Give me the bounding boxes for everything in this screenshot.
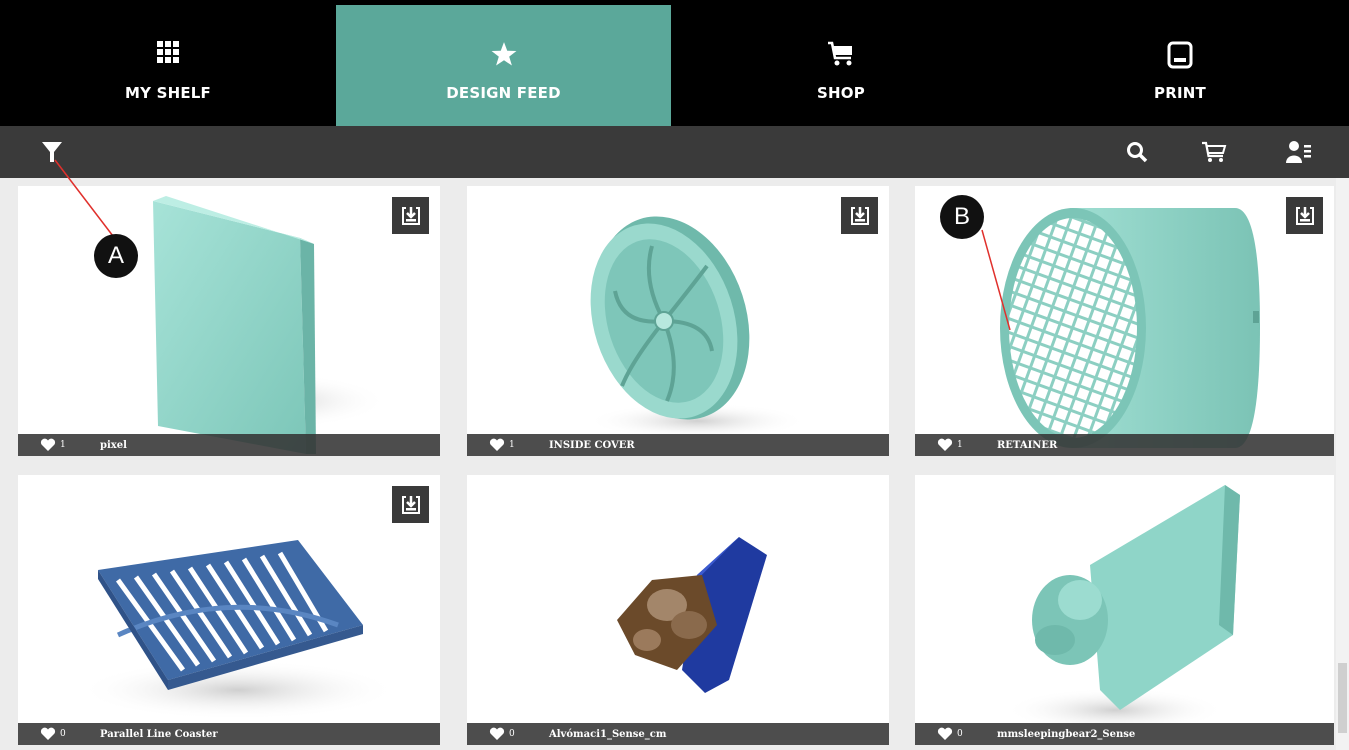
card-info-bar: 1 RETAINER — [915, 434, 1334, 456]
like-count: 1 — [60, 440, 66, 450]
download-icon — [401, 495, 420, 514]
card-info-bar: 0 mmsleepingbear2_Sense — [915, 723, 1334, 745]
design-card-parallel-line-coaster[interactable]: 0 Parallel Line Coaster — [18, 475, 440, 745]
heart-icon[interactable] — [40, 727, 56, 741]
search-icon[interactable] — [1120, 126, 1154, 178]
card-info-bar: 0 Alvómaci1_Sense_cm — [467, 723, 889, 745]
like-count: 1 — [957, 440, 963, 450]
tab-my-shelf[interactable]: MY SHELF — [0, 5, 336, 126]
design-title: pixel — [100, 439, 127, 451]
tab-print[interactable]: PRINT — [1011, 5, 1349, 126]
heart-icon[interactable] — [937, 438, 953, 452]
download-icon — [1295, 206, 1314, 225]
model-thumbnail — [617, 537, 767, 693]
tab-label: DESIGN FEED — [446, 84, 561, 102]
design-feed-grid: 1 pixel 1 INSIDE COVER 1 RETAINER 0 Para… — [0, 178, 1349, 750]
tab-label: PRINT — [1154, 84, 1206, 102]
tab-shop[interactable]: SHOP — [671, 5, 1011, 126]
like-count: 0 — [509, 729, 515, 739]
scrollbar[interactable] — [1336, 178, 1349, 750]
model-thumbnail — [587, 216, 807, 439]
design-title: INSIDE COVER — [549, 439, 635, 451]
design-card-inside-cover[interactable]: 1 INSIDE COVER — [467, 186, 889, 456]
grid-icon — [0, 41, 336, 71]
download-button[interactable] — [841, 197, 878, 234]
tab-label: MY SHELF — [124, 84, 212, 102]
download-button[interactable] — [392, 197, 429, 234]
cart-icon — [671, 41, 1011, 71]
card-info-bar: 1 pixel — [18, 434, 440, 456]
design-title: RETAINER — [997, 439, 1058, 451]
card-info-bar: 0 Parallel Line Coaster — [18, 723, 440, 745]
tab-design-feed[interactable]: DESIGN FEED — [336, 5, 671, 126]
printer-icon — [1011, 41, 1349, 71]
design-title: Parallel Line Coaster — [100, 728, 218, 740]
design-card-mmsleepingbear2-sense[interactable]: 0 mmsleepingbear2_Sense — [915, 475, 1334, 745]
top-navigation: MY SHELF DESIGN FEED SHOP PRINT — [0, 0, 1349, 126]
account-icon[interactable] — [1282, 126, 1316, 178]
download-button[interactable] — [392, 486, 429, 523]
toolbar — [0, 126, 1349, 178]
heart-icon[interactable] — [489, 438, 505, 452]
design-title: Alvómaci1_Sense_cm — [549, 728, 667, 740]
callout-a: A — [94, 234, 138, 278]
heart-icon[interactable] — [40, 438, 56, 452]
design-card-alvomaci1-sense-cm[interactable]: 0 Alvómaci1_Sense_cm — [467, 475, 889, 745]
like-count: 0 — [60, 729, 66, 739]
design-card-pixel[interactable]: 1 pixel — [18, 186, 440, 456]
model-thumbnail — [148, 196, 388, 454]
download-icon — [850, 206, 869, 225]
model-thumbnail — [78, 540, 398, 720]
card-info-bar: 1 INSIDE COVER — [467, 434, 889, 456]
like-count: 1 — [509, 440, 515, 450]
callout-b: B — [940, 195, 984, 239]
heart-icon[interactable] — [489, 727, 505, 741]
model-thumbnail — [1005, 485, 1240, 732]
download-icon — [401, 206, 420, 225]
like-count: 0 — [957, 729, 963, 739]
scrollbar-thumb[interactable] — [1338, 663, 1347, 733]
filter-icon[interactable] — [36, 126, 68, 178]
design-title: mmsleepingbear2_Sense — [997, 728, 1136, 740]
heart-icon[interactable] — [937, 727, 953, 741]
cart-icon[interactable] — [1196, 126, 1232, 178]
star-icon — [336, 41, 671, 71]
tab-label: SHOP — [817, 84, 865, 102]
download-button[interactable] — [1286, 197, 1323, 234]
